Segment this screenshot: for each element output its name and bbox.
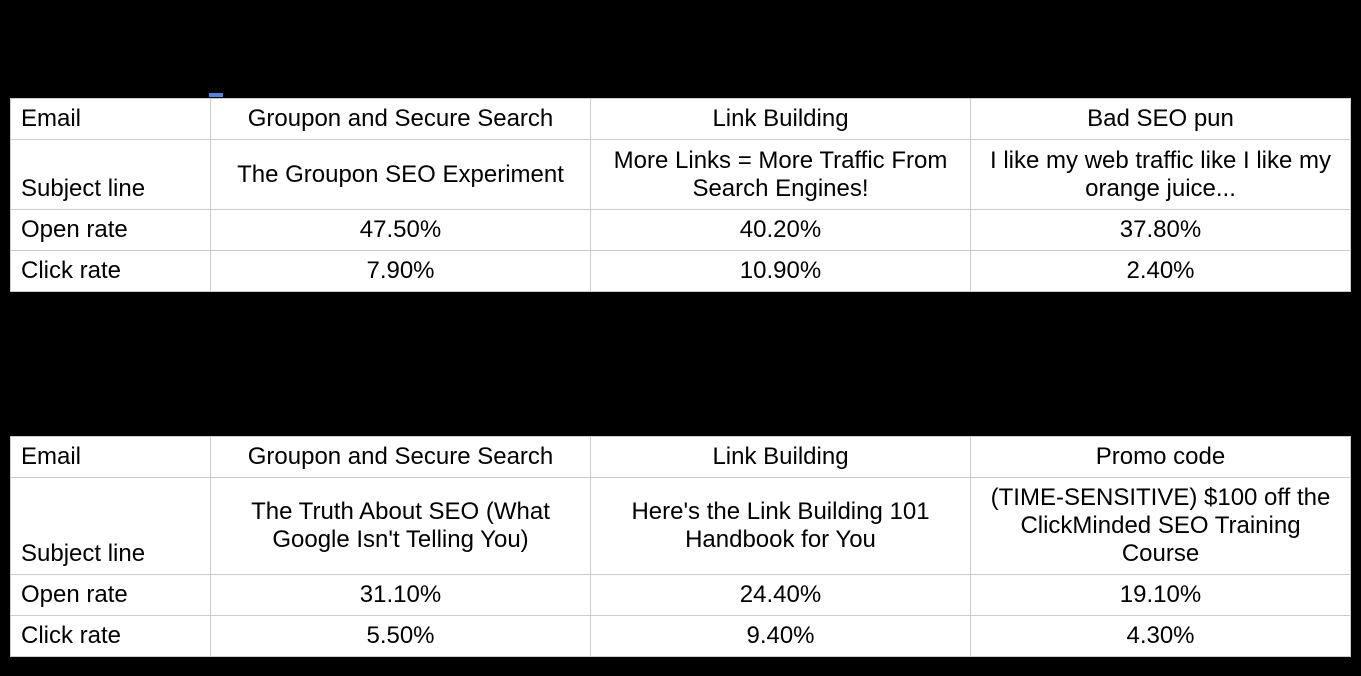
cell-email: Promo code: [971, 437, 1351, 478]
cell-subject: (TIME-SENSITIVE) $100 off the ClickMinde…: [971, 478, 1351, 575]
table-row: Open rate 47.50% 40.20% 37.80%: [11, 210, 1351, 251]
row-header-click-rate: Click rate: [11, 616, 211, 657]
email-metrics-table-2: Email Groupon and Secure Search Link Bui…: [10, 436, 1351, 657]
cell-subject: The Truth About SEO (What Google Isn't T…: [211, 478, 591, 575]
cell-text: Email: [21, 105, 81, 132]
cell-open-rate: 47.50%: [211, 210, 591, 251]
cell-email: Link Building: [591, 437, 971, 478]
email-metrics-table-1: Email Groupon and Secure Search Link Bui…: [10, 98, 1351, 292]
cell-open-rate: 37.80%: [971, 210, 1351, 251]
cell-click-rate: 5.50%: [211, 616, 591, 657]
cell-subject: I like my web traffic like I like my ora…: [971, 140, 1351, 210]
table-row: Open rate 31.10% 24.40% 19.10%: [11, 575, 1351, 616]
row-header-open-rate: Open rate: [11, 210, 211, 251]
cell-subject: Here's the Link Building 101 Handbook fo…: [591, 478, 971, 575]
table-row: Email Groupon and Secure Search Link Bui…: [11, 437, 1351, 478]
table: Email Groupon and Secure Search Link Bui…: [10, 436, 1351, 657]
table: Email Groupon and Secure Search Link Bui…: [10, 98, 1351, 292]
cell-open-rate: 40.20%: [591, 210, 971, 251]
cell-click-rate: 2.40%: [971, 251, 1351, 292]
cell-click-rate: 4.30%: [971, 616, 1351, 657]
cell-open-rate: 24.40%: [591, 575, 971, 616]
row-header-open-rate: Open rate: [11, 575, 211, 616]
cell-email: Groupon and Secure Search: [211, 99, 591, 140]
cell-subject: More Links = More Traffic From Search En…: [591, 140, 971, 210]
row-header-click-rate: Click rate: [11, 251, 211, 292]
row-header-email: Email: [11, 99, 211, 140]
cell-email: Link Building: [591, 99, 971, 140]
row-header-email: Email: [11, 437, 211, 478]
cell-subject: The Groupon SEO Experiment: [211, 140, 591, 210]
cell-open-rate: 31.10%: [211, 575, 591, 616]
table-row: Subject line The Groupon SEO Experiment …: [11, 140, 1351, 210]
table-row: Subject line The Truth About SEO (What G…: [11, 478, 1351, 575]
cell-email: Bad SEO pun: [971, 99, 1351, 140]
cell-email: Groupon and Secure Search: [211, 437, 591, 478]
cell-open-rate: 19.10%: [971, 575, 1351, 616]
row-header-subject: Subject line: [11, 478, 211, 575]
table-row: Email Groupon and Secure Search Link Bui…: [11, 99, 1351, 140]
cell-click-rate: 7.90%: [211, 251, 591, 292]
row-header-subject: Subject line: [11, 140, 211, 210]
table-row: Click rate 5.50% 9.40% 4.30%: [11, 616, 1351, 657]
cell-click-rate: 9.40%: [591, 616, 971, 657]
table-row: Click rate 7.90% 10.90% 2.40%: [11, 251, 1351, 292]
cursor-indicator-icon: [209, 93, 223, 97]
cell-click-rate: 10.90%: [591, 251, 971, 292]
